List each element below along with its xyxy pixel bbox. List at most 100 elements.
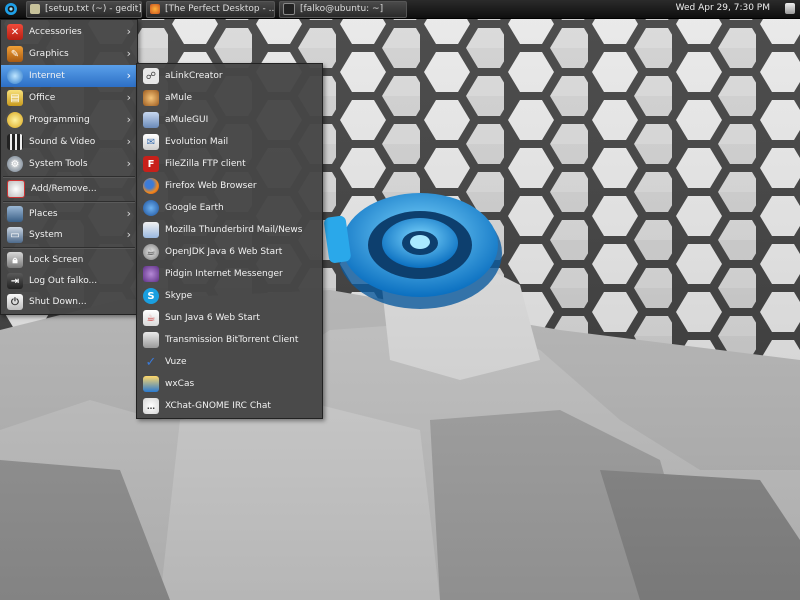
graphics-icon: ✎ (7, 46, 23, 62)
menu-item-label: XChat-GNOME IRC Chat (165, 401, 271, 411)
menu-item-label: Internet (29, 71, 65, 81)
task-label: [falko@ubuntu: ~] (300, 4, 384, 14)
main-menu-button[interactable] (0, 0, 22, 18)
menu-item-amulegui[interactable]: aMuleGUI (137, 109, 322, 131)
menu-item-label: Skype (165, 291, 193, 301)
menu-item-internet[interactable]: Internet › (1, 65, 137, 87)
chevron-right-icon: › (126, 207, 131, 220)
internet-submenu: ☍ aLinkCreator aMule aMuleGUI ✉ Evolutio… (136, 63, 323, 419)
menu-item-filezilla[interactable]: F FileZilla FTP client (137, 153, 322, 175)
menu-item-firefox[interactable]: Firefox Web Browser (137, 175, 322, 197)
menu-item-label: aLinkCreator (165, 71, 223, 81)
menu-item-label: Accessories (29, 27, 82, 37)
menu-item-label: Office (29, 93, 56, 103)
menu-item-sound-video[interactable]: Sound & Video › (1, 131, 137, 153)
menu-item-log-out[interactable]: ⇥ Log Out falko... (1, 270, 137, 292)
menu-item-lock-screen[interactable]: 🔒︎ Lock Screen (1, 249, 137, 271)
menu-item-pidgin[interactable]: Pidgin Internet Messenger (137, 263, 322, 285)
office-icon: ▤ (7, 90, 23, 106)
menu-item-alinkcreator[interactable]: ☍ aLinkCreator (137, 65, 322, 87)
wxcas-icon (143, 376, 159, 392)
menu-item-label: FileZilla FTP client (165, 159, 246, 169)
chevron-right-icon: › (126, 135, 131, 148)
evolution-icon: ✉ (143, 134, 159, 150)
transmission-icon (143, 332, 159, 348)
applications-menu: ✕ Accessories › ✎ Graphics › Internet › … (0, 19, 138, 315)
menu-item-label: Evolution Mail (165, 137, 229, 147)
menu-item-graphics[interactable]: ✎ Graphics › (1, 43, 137, 65)
menu-item-evolution-mail[interactable]: ✉ Evolution Mail (137, 131, 322, 153)
top-panel: [setup.txt (~) - gedit] [The Perfect Des… (0, 0, 800, 19)
menu-item-label: Pidgin Internet Messenger (165, 269, 283, 279)
menu-item-add-remove[interactable]: Add/Remove... (1, 178, 137, 200)
task-label: [setup.txt (~) - gedit] (45, 4, 142, 14)
menu-item-label: OpenJDK Java 6 Web Start (165, 247, 283, 257)
chevron-right-icon: › (126, 228, 131, 241)
menu-item-vuze[interactable]: ✓ Vuze (137, 351, 322, 373)
menu-item-places[interactable]: Places › (1, 203, 137, 225)
menu-item-accessories[interactable]: ✕ Accessories › (1, 21, 137, 43)
menu-item-label: Sound & Video (29, 137, 96, 147)
lock-icon: 🔒︎ (7, 252, 23, 268)
add-remove-icon (7, 180, 25, 198)
skype-icon: S (143, 288, 159, 304)
menu-item-sun-java-web-start[interactable]: ☕︎ Sun Java 6 Web Start (137, 307, 322, 329)
menu-item-label: Graphics (29, 49, 69, 59)
ubuntu-logo-icon (5, 3, 17, 15)
menu-item-label: Log Out falko... (29, 276, 98, 286)
firefox-icon (150, 4, 160, 14)
thunderbird-icon (143, 222, 159, 238)
terminal-icon (283, 3, 295, 15)
menu-item-label: Mozilla Thunderbird Mail/News (165, 225, 303, 235)
menu-item-system[interactable]: ▭ System › (1, 224, 137, 246)
menu-item-label: wxCas (165, 379, 195, 389)
menu-item-label: aMule (165, 93, 193, 103)
sound-video-icon (7, 134, 23, 150)
google-earth-icon (143, 200, 159, 216)
filezilla-icon: F (143, 156, 159, 172)
vuze-icon: ✓ (145, 354, 157, 370)
amule-icon (143, 90, 159, 106)
menu-item-label: Add/Remove... (31, 184, 97, 194)
chevron-right-icon: › (126, 91, 131, 104)
menu-item-label: Vuze (165, 357, 187, 367)
taskbar-button-firefox[interactable]: [The Perfect Desktop - ... (146, 0, 275, 18)
menu-item-label: System Tools (29, 159, 88, 169)
menu-item-label: aMuleGUI (165, 115, 209, 125)
menu-item-programming[interactable]: Programming › (1, 109, 137, 131)
logout-icon: ⇥ (7, 273, 23, 289)
menu-item-openjdk-web-start[interactable]: ☕︎ OpenJDK Java 6 Web Start (137, 241, 322, 263)
menu-item-google-earth[interactable]: Google Earth (137, 197, 322, 219)
chevron-right-icon: › (126, 47, 131, 60)
menu-item-system-tools[interactable]: ⚙ System Tools › (1, 153, 137, 175)
menu-item-wxcas[interactable]: wxCas (137, 373, 322, 395)
taskbar-button-terminal[interactable]: [falko@ubuntu: ~] (279, 0, 407, 18)
menu-item-label: Programming (29, 115, 90, 125)
menu-item-xchat-gnome[interactable]: … XChat-GNOME IRC Chat (137, 395, 322, 417)
menu-item-amule[interactable]: aMule (137, 87, 322, 109)
chevron-right-icon: › (126, 113, 131, 126)
trash-icon[interactable] (785, 3, 795, 14)
menu-item-label: Shut Down... (29, 297, 87, 307)
menu-item-thunderbird[interactable]: Mozilla Thunderbird Mail/News (137, 219, 322, 241)
xchat-icon: … (143, 398, 159, 414)
task-label: [The Perfect Desktop - ... (165, 4, 275, 14)
internet-icon (7, 68, 23, 84)
programming-icon (7, 112, 23, 128)
menu-item-skype[interactable]: S Skype (137, 285, 322, 307)
menu-item-office[interactable]: ▤ Office › (1, 87, 137, 109)
menu-item-transmission[interactable]: Transmission BitTorrent Client (137, 329, 322, 351)
taskbar-button-gedit[interactable]: [setup.txt (~) - gedit] (26, 0, 142, 18)
menu-item-label: Lock Screen (29, 255, 84, 265)
menu-item-shut-down[interactable]: ⏻ Shut Down... (1, 291, 137, 313)
amulegui-icon (143, 112, 159, 128)
java-icon: ☕︎ (143, 244, 159, 260)
alinkcreator-icon: ☍ (143, 68, 159, 84)
pidgin-icon (143, 266, 159, 282)
menu-item-label: System (29, 230, 63, 240)
panel-clock[interactable]: Wed Apr 29, 7:30 PM (676, 3, 770, 13)
chevron-right-icon: › (126, 25, 131, 38)
sun-java-icon: ☕︎ (143, 310, 159, 326)
accessories-icon: ✕ (7, 24, 23, 40)
menu-item-label: Places (29, 209, 58, 219)
